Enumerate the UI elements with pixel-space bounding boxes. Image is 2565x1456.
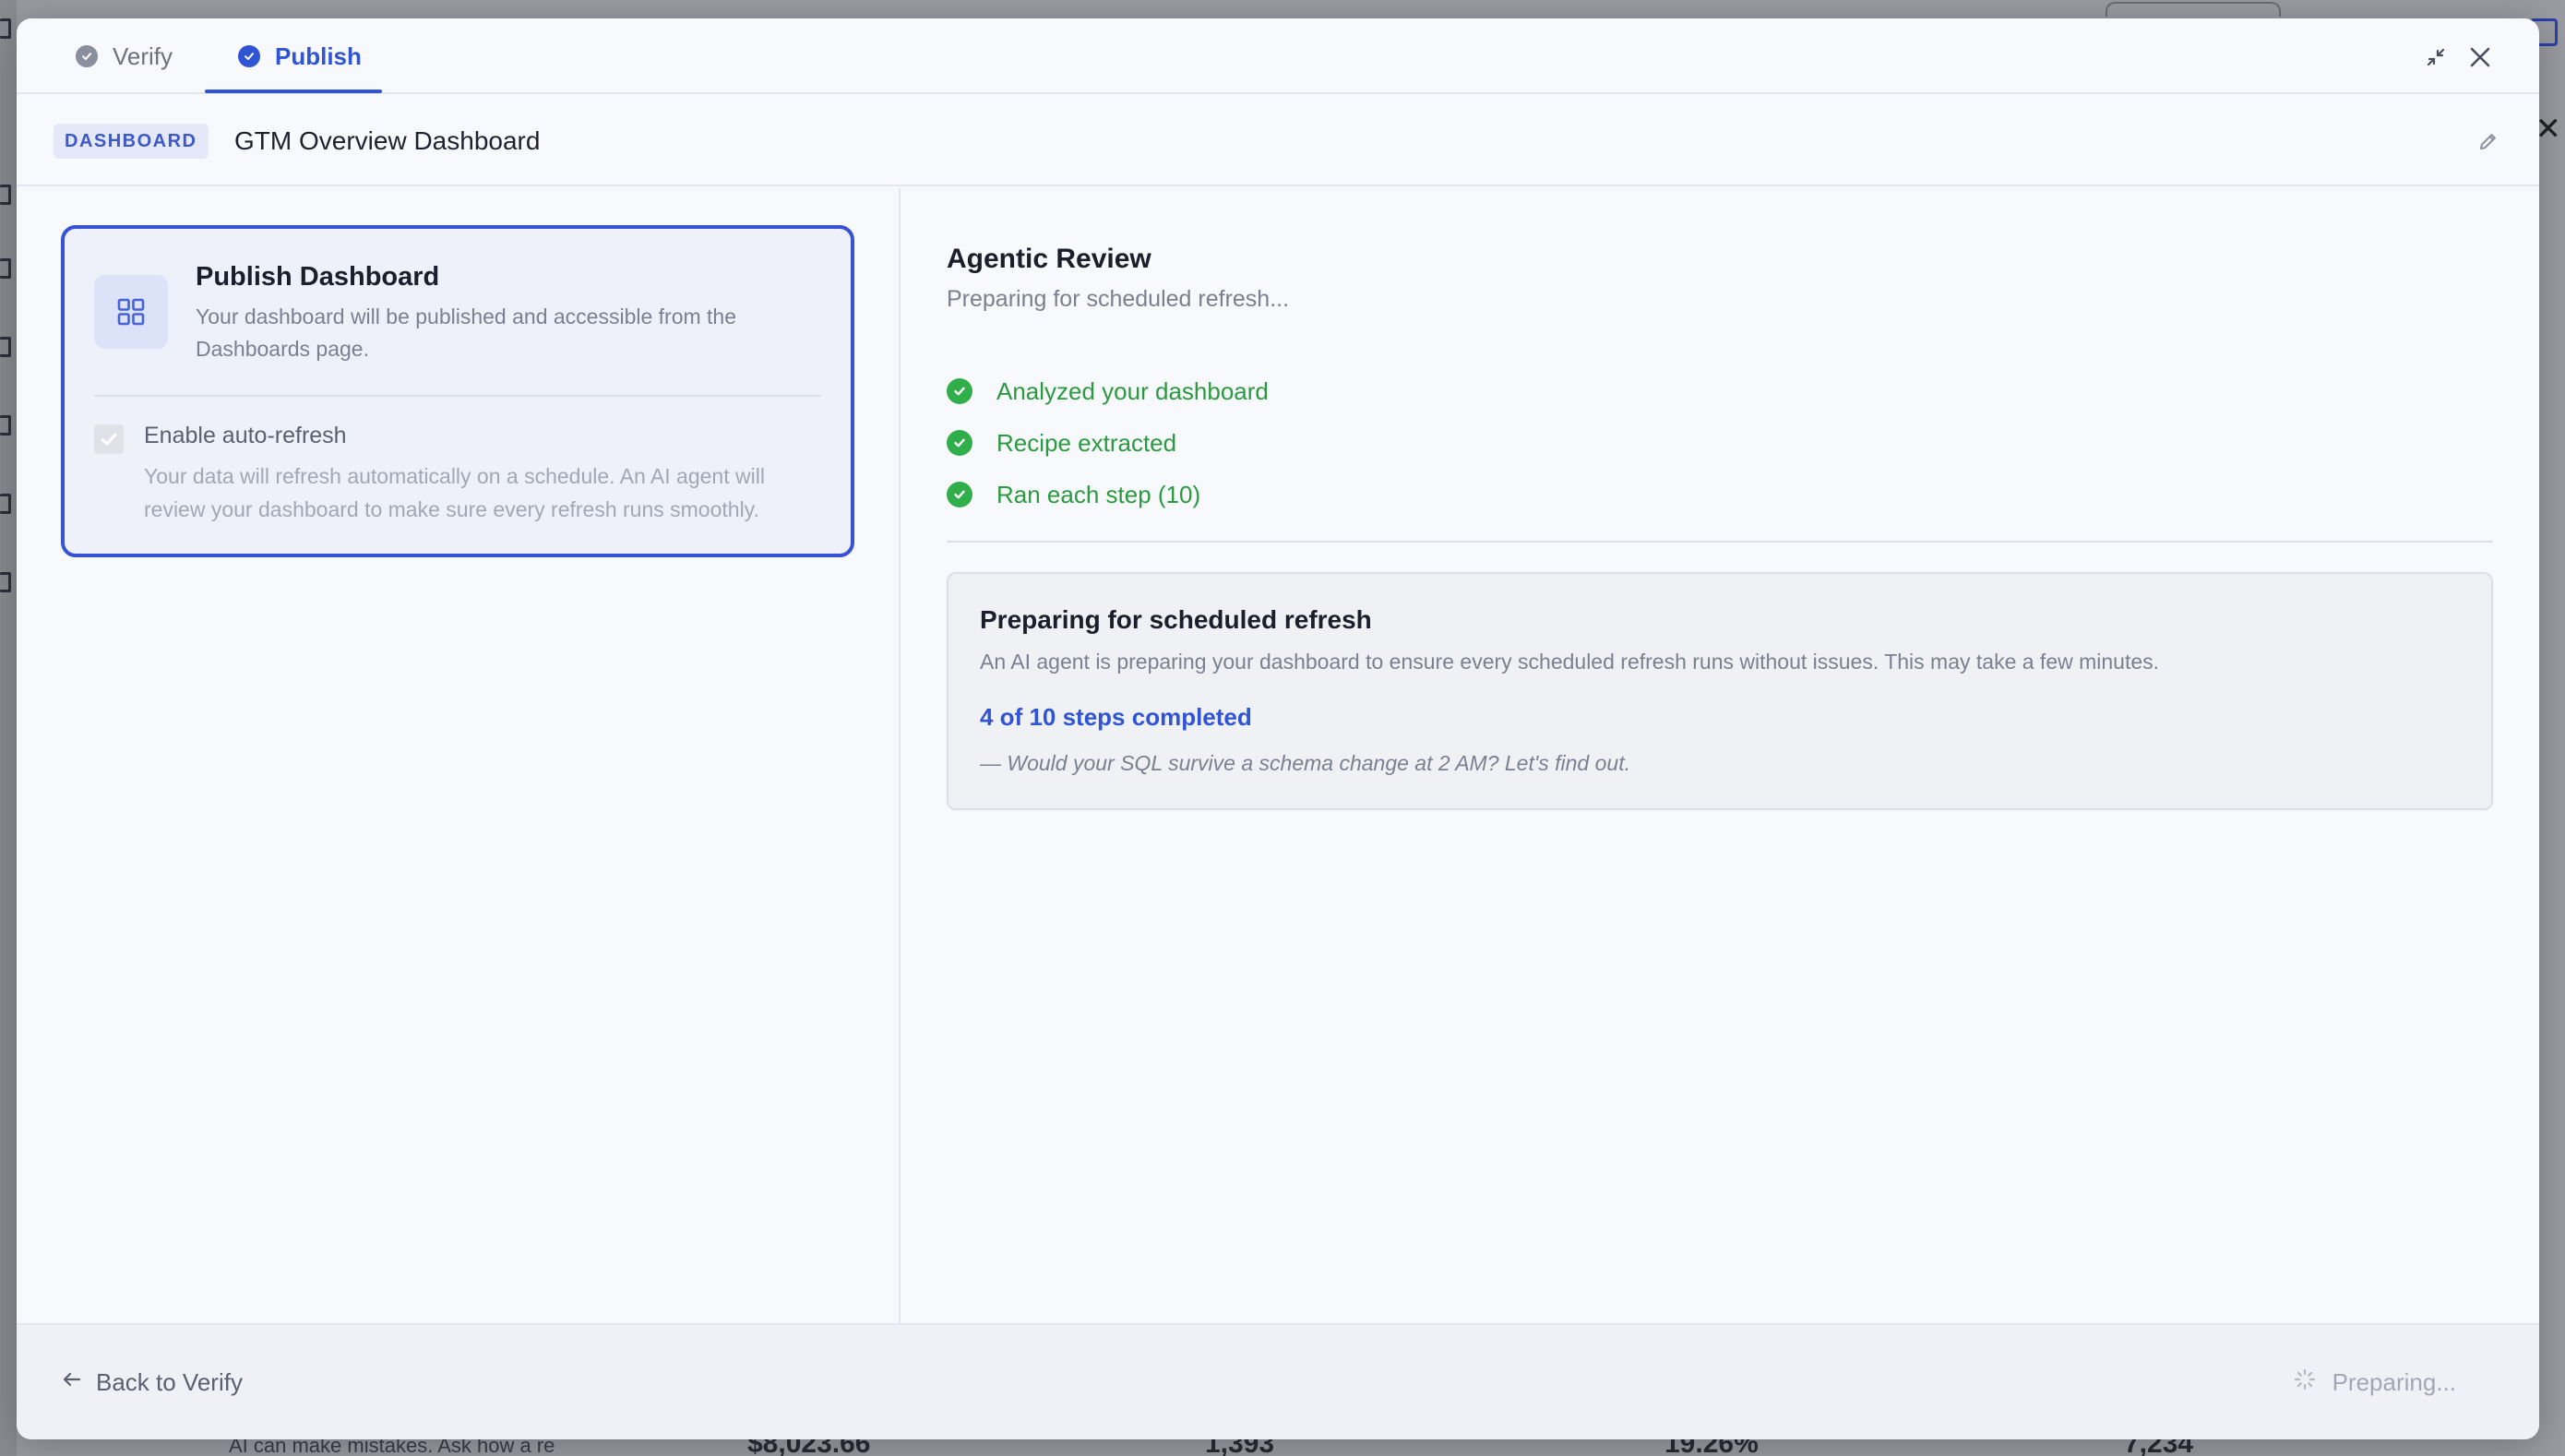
background-button [2106,2,2281,17]
edit-pencil-icon[interactable] [2473,125,2504,157]
review-subtitle: Preparing for scheduled refresh... [947,286,1290,312]
type-badge: DASHBOARD [54,124,209,159]
tab-publish-label: Publish [275,42,362,70]
publish-dashboard-option[interactable]: Publish Dashboard Your dashboard will be… [61,225,854,557]
review-step: Analyzed your dashboard [947,373,1269,410]
arrow-left-icon [61,1368,83,1397]
status-quote: — Would your SQL survive a schema change… [980,751,1630,775]
check-circle-icon [238,45,260,67]
auto-refresh-description: Your data will refresh automatically on … [144,464,765,521]
rail-icon [0,494,11,514]
agentic-review-pane: Agentic Review Preparing for scheduled r… [902,188,2539,1323]
check-circle-icon [947,482,972,507]
rail-icon [0,185,11,205]
divider [94,395,821,397]
review-step-label: Recipe extracted [996,428,1177,457]
review-title: Agentic Review [947,244,1151,274]
publish-modal: Verify Publish DASHBOARD GTM Overview Da… [17,18,2539,1439]
tab-verify[interactable]: Verify [76,18,173,94]
check-circle-icon [947,378,972,404]
rail-icon [0,415,11,436]
collapse-icon[interactable] [2417,39,2454,76]
back-button-label: Back to Verify [96,1367,243,1396]
rail-icon [0,572,11,592]
rail-icon [0,18,11,39]
review-step: Recipe extracted [947,424,1176,461]
tab-bar: Verify Publish [17,18,2539,94]
publish-card-title: Publish Dashboard [196,262,440,292]
tab-verify-label: Verify [113,42,173,70]
publish-options-pane: Publish Dashboard Your dashboard will be… [17,188,901,1323]
grid-icon [94,275,168,349]
dashboard-title: GTM Overview Dashboard [234,126,541,155]
publish-card-description: Your dashboard will be published and acc… [196,304,737,361]
tab-publish[interactable]: Publish [238,18,362,94]
check-circle-icon [947,430,972,456]
modal-footer: Back to Verify Preparing... [17,1323,2539,1439]
close-icon[interactable] [2462,39,2499,76]
divider [947,541,2493,543]
auto-refresh-label: Enable auto-refresh [144,423,347,448]
dashboard-header: DASHBOARD GTM Overview Dashboard [17,94,2539,186]
spinner-icon [2294,1368,2316,1397]
refresh-status-panel: Preparing for scheduled refresh An AI ag… [947,572,2493,810]
rail-icon [0,258,11,279]
review-step: Ran each step (10) [947,476,1200,513]
review-step-label: Ran each step (10) [996,480,1201,508]
auto-refresh-checkbox[interactable] [94,424,124,454]
active-tab-indicator [205,90,382,93]
preparing-button[interactable]: Preparing... [2294,1362,2456,1402]
rail-icon [0,337,11,357]
status-title: Preparing for scheduled refresh [980,605,1372,634]
preparing-label: Preparing... [2332,1367,2456,1396]
back-to-verify-button[interactable]: Back to Verify [61,1362,243,1402]
review-step-label: Analyzed your dashboard [996,376,1269,405]
background-sidebar [0,0,17,1456]
check-circle-icon [76,45,98,67]
status-description: An AI agent is preparing your dashboard … [980,650,2160,674]
progress-text: 4 of 10 steps completed [980,703,1252,731]
